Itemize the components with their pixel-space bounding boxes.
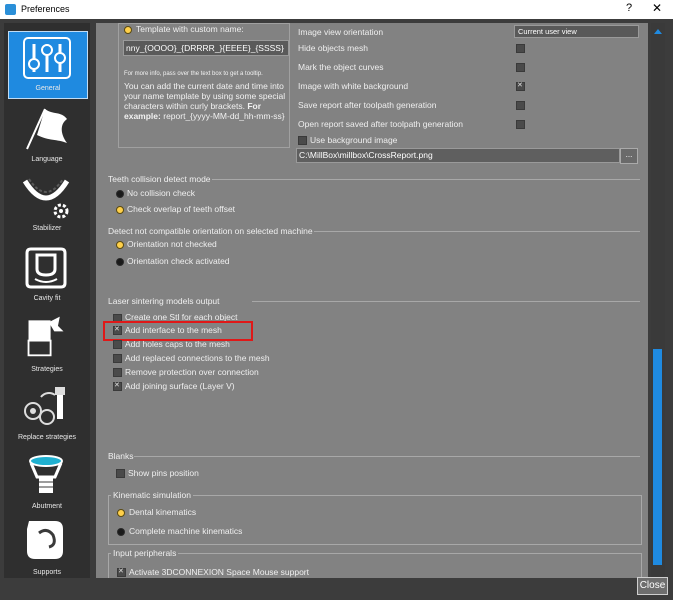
no-collision-radio[interactable] xyxy=(116,190,124,198)
replaced-connections-checkbox[interactable] xyxy=(113,354,122,363)
close-window-button[interactable]: ✕ xyxy=(652,1,662,15)
holes-caps-label: Add holes caps to the mesh xyxy=(125,339,230,349)
kinematic-title: Kinematic simulation xyxy=(111,490,193,500)
space-mouse-label: Activate 3DCONNEXION Space Mouse support xyxy=(129,567,309,577)
example-value: report_{yyyy-MM-dd_hh-mm-ss} xyxy=(163,111,285,121)
settings-panel: Template with custom name: nny_{OOOO}_{D… xyxy=(96,23,648,578)
orientation-not-checked-label: Orientation not checked xyxy=(127,239,217,249)
template-name-input[interactable]: nny_{OOOO}_{DRRRR_}{EEEE}_{SSSS} xyxy=(123,40,289,56)
use-bg-checkbox[interactable] xyxy=(298,136,307,145)
scroll-thumb[interactable] xyxy=(653,349,662,565)
scroll-up-icon[interactable] xyxy=(654,29,662,34)
orientation-dropdown[interactable]: Current user view xyxy=(514,25,639,38)
kinematic-group xyxy=(108,495,642,545)
sidebar-item-label: Strategies xyxy=(31,366,63,373)
hide-mesh-label: Hide objects mesh xyxy=(298,43,368,53)
template-radio-label: Template with custom name: xyxy=(136,24,244,34)
section-divider xyxy=(252,301,640,302)
mark-curves-label: Mark the object curves xyxy=(298,62,384,72)
template-help: For more info, pass over the text box to… xyxy=(124,70,286,121)
sidebar-item-general[interactable]: General xyxy=(8,31,88,99)
orientation-check-radio[interactable] xyxy=(116,258,124,266)
joining-surface-label: Add joining surface (Layer V) xyxy=(125,381,235,391)
save-after-checkbox[interactable] xyxy=(516,101,525,110)
input-title: Input peripherals xyxy=(111,548,179,558)
supports-icon xyxy=(27,521,63,559)
overlap-offset-radio[interactable] xyxy=(116,206,124,214)
flag-icon xyxy=(26,108,67,150)
title-bar: Preferences ? ✕ xyxy=(0,0,673,20)
blanks-title: Blanks xyxy=(108,451,134,461)
template-custom-radio[interactable] xyxy=(124,26,132,34)
sliders-icon xyxy=(23,37,71,79)
app-icon xyxy=(5,4,16,15)
sidebar-item-label: Replace strategies xyxy=(18,434,76,441)
joining-surface-checkbox[interactable] xyxy=(113,381,122,391)
sidebar-item-supports[interactable]: Supports xyxy=(8,513,86,579)
mark-curves-checkbox[interactable] xyxy=(516,63,525,72)
section-divider xyxy=(314,231,640,232)
sidebar-item-abutment[interactable]: Abutment xyxy=(8,449,86,515)
overlap-offset-label: Check overlap of teeth offset xyxy=(127,204,236,214)
remove-protection-checkbox[interactable] xyxy=(113,368,122,377)
abutment-icon xyxy=(29,455,63,493)
sidebar-item-label: Language xyxy=(31,156,63,163)
orientation-not-checked-radio[interactable] xyxy=(116,241,124,249)
section-divider xyxy=(134,456,640,457)
sidebar: General Language Stabilizer Cavity fit S… xyxy=(4,23,90,578)
dental-arch-gear-icon xyxy=(22,178,70,219)
dental-kinematics-radio[interactable] xyxy=(117,509,125,517)
machine-kinematics-label: Complete machine kinematics xyxy=(129,526,243,536)
window-title: Preferences xyxy=(21,4,70,14)
sidebar-item-replace-strategies[interactable]: Replace strategies xyxy=(8,379,86,445)
use-bg-label: Use background image xyxy=(310,135,398,145)
highlight-box xyxy=(103,321,253,341)
save-after-label: Save report after toolpath generation xyxy=(298,100,437,110)
sidebar-item-language[interactable]: Language xyxy=(8,101,86,167)
open-after-checkbox[interactable] xyxy=(516,120,525,129)
replaced-connections-label: Add replaced connections to the mesh xyxy=(125,353,270,363)
laser-title: Laser sintering models output xyxy=(108,296,220,306)
sidebar-item-strategies[interactable]: Strategies xyxy=(8,309,86,375)
holes-caps-checkbox[interactable] xyxy=(113,340,122,349)
show-pins-checkbox[interactable] xyxy=(116,469,125,478)
close-button[interactable]: Close xyxy=(637,577,668,595)
sidebar-item-cavity-fit[interactable]: Cavity fit xyxy=(8,241,86,307)
sidebar-item-stabilizer[interactable]: Stabilizer xyxy=(8,171,86,237)
show-pins-label: Show pins position xyxy=(128,468,199,478)
hide-mesh-checkbox[interactable] xyxy=(516,44,525,53)
help-button[interactable]: ? xyxy=(626,2,632,14)
orientation-label: Image view orientation xyxy=(298,27,384,37)
section-divider xyxy=(212,179,640,180)
strategies-icon xyxy=(27,316,64,357)
orientation-detect-title: Detect not compatible orientation on sel… xyxy=(108,226,313,236)
no-collision-label: No collision check xyxy=(127,188,196,198)
remove-protection-label: Remove protection over connection xyxy=(125,367,259,377)
sidebar-item-label: General xyxy=(35,85,61,92)
white-bg-label: Image with white background xyxy=(298,81,409,91)
sidebar-item-label: Stabilizer xyxy=(32,225,62,232)
white-bg-checkbox[interactable] xyxy=(516,81,525,91)
teeth-collision-title: Teeth collision detect mode xyxy=(108,174,211,184)
sidebar-item-label: Abutment xyxy=(32,503,62,510)
open-after-label: Open report saved after toolpath generat… xyxy=(298,119,463,129)
sidebar-item-label: Supports xyxy=(32,569,62,576)
orientation-check-label: Orientation check activated xyxy=(127,256,230,266)
space-mouse-checkbox[interactable] xyxy=(117,567,126,577)
dental-kinematics-label: Dental kinematics xyxy=(129,507,197,517)
browse-button[interactable]: ... xyxy=(620,148,638,164)
sidebar-item-label: Cavity fit xyxy=(33,295,61,302)
help-tooltip-note: For more info, pass over the text box to… xyxy=(124,71,263,77)
replace-strategies-icon xyxy=(24,387,65,425)
bg-image-path-input[interactable]: C:\MillBox\millbox\CrossReport.png xyxy=(296,148,620,163)
cavity-icon xyxy=(25,247,67,289)
vertical-scrollbar[interactable] xyxy=(651,23,665,578)
machine-kinematics-radio[interactable] xyxy=(117,528,125,536)
